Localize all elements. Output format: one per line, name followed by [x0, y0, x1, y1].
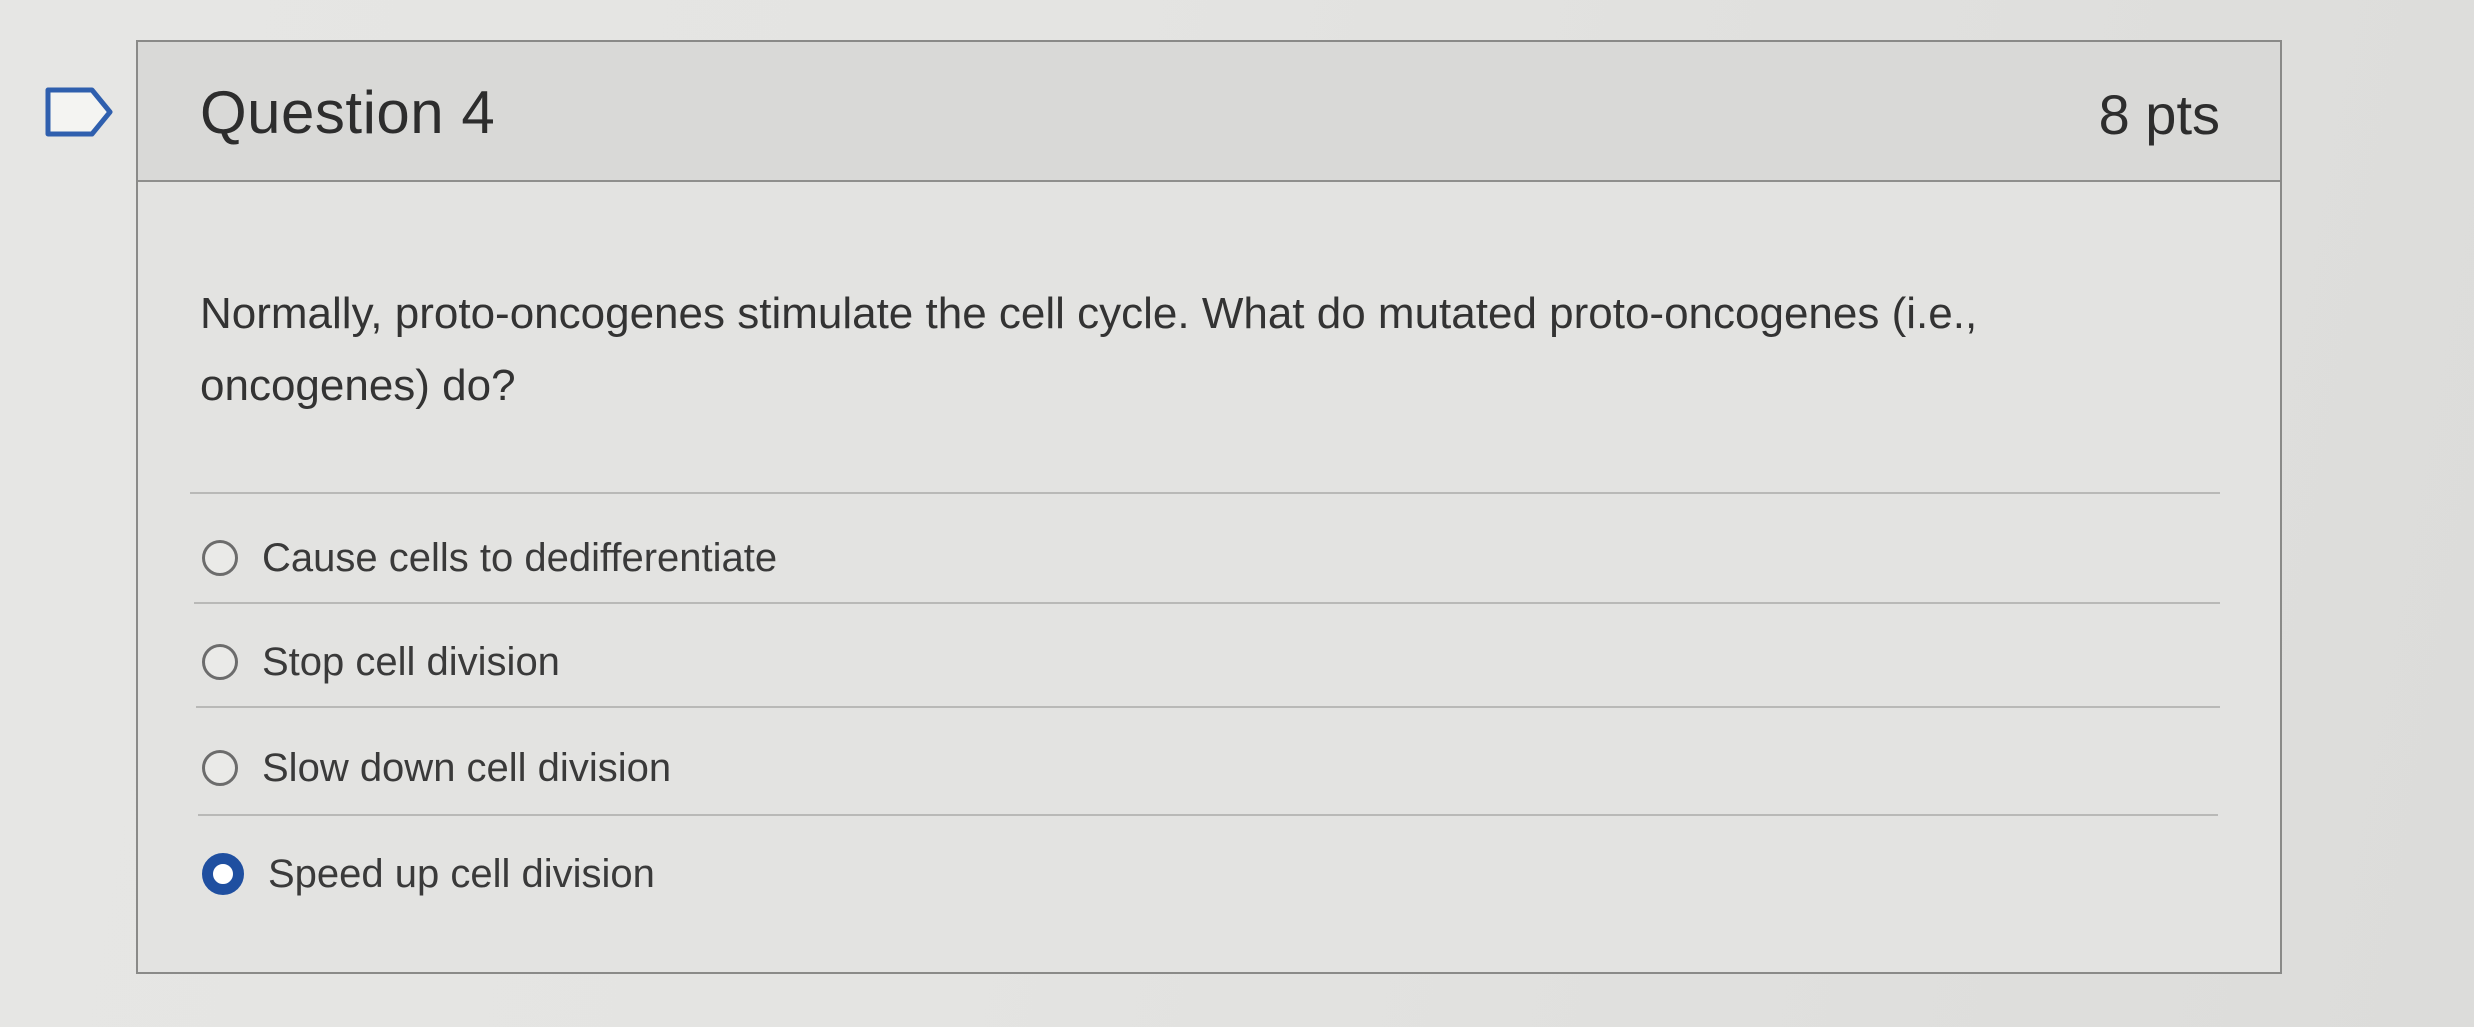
question-title: Question 4: [200, 79, 496, 146]
answer-option-4[interactable]: Speed up cell division: [202, 824, 2162, 924]
question-text: Normally, proto-oncogenes stimulate the …: [200, 289, 1978, 410]
answer-divider: [198, 814, 2218, 816]
question-points: 8 pts: [2098, 83, 2220, 146]
answer-label: Stop cell division: [262, 639, 560, 684]
answer-label: Speed up cell division: [268, 851, 655, 896]
radio-button[interactable]: [202, 540, 238, 576]
question-header: Question 4 8 pts: [138, 42, 2280, 182]
answer-divider: [196, 706, 2220, 708]
flag-icon[interactable]: [44, 84, 116, 140]
radio-button[interactable]: [202, 750, 238, 786]
answers-top-divider: [190, 492, 2220, 494]
radio-button[interactable]: [202, 644, 238, 680]
radio-button-selected[interactable]: [202, 853, 244, 895]
answer-option-3[interactable]: Slow down cell division: [202, 718, 2162, 818]
answer-label: Cause cells to dedifferentiate: [262, 535, 778, 580]
answer-option-2[interactable]: Stop cell division: [202, 612, 2162, 712]
answer-option-1[interactable]: Cause cells to dedifferentiate: [202, 508, 2162, 608]
answer-divider: [194, 602, 2220, 604]
answer-label: Slow down cell division: [262, 745, 672, 790]
question-card: Question 4 8 pts Normally, proto-oncogen…: [136, 40, 2282, 974]
quiz-page: Question 4 8 pts Normally, proto-oncogen…: [0, 0, 2474, 1027]
